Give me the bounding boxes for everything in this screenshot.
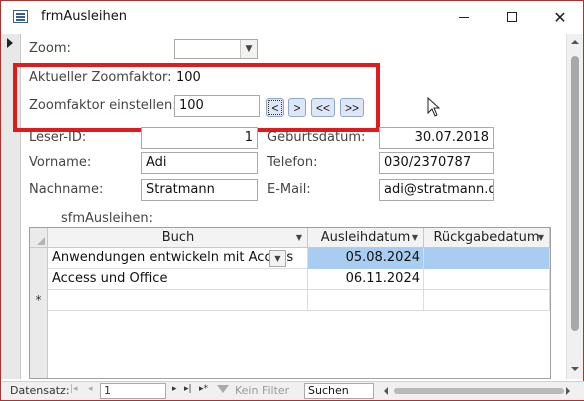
row-selector[interactable] xyxy=(30,248,48,269)
mouse-cursor-icon xyxy=(427,97,441,117)
form-icon xyxy=(13,10,28,23)
window-title: frmAusleihen xyxy=(41,9,127,24)
geburtsdatum-label: Geburtsdatum: xyxy=(267,130,366,145)
scroll-up-icon[interactable] xyxy=(571,40,579,44)
telefon-field[interactable]: 030/2370787 xyxy=(379,152,494,174)
scroll-thumb[interactable] xyxy=(571,56,579,331)
cell-buch[interactable]: Access und Office xyxy=(49,269,308,290)
close-icon: ✕ xyxy=(553,7,567,27)
highlight-frame xyxy=(13,63,380,132)
sort-dropdown-icon[interactable]: ▼ xyxy=(538,228,544,247)
column-header-rueckgabedatum-label: Rückgabedatum xyxy=(433,230,540,245)
vorname-field[interactable]: Adi xyxy=(141,152,258,174)
select-all-corner[interactable] xyxy=(30,228,48,247)
datasheet-header: Buch ▼ Ausleihdatum ▼ Rückgabedatum ▼ xyxy=(30,228,550,248)
cell-ausleihdatum[interactable]: 05.08.2024 xyxy=(308,248,424,269)
column-header-ausleihdatum[interactable]: Ausleihdatum ▼ xyxy=(308,228,424,247)
table-row[interactable]: Access und Office 06.11.2024 xyxy=(30,269,550,290)
column-header-ausleihdatum-label: Ausleihdatum xyxy=(320,230,411,245)
zoom-label: Zoom: xyxy=(29,41,71,56)
geburtsdatum-field[interactable]: 30.07.2018 xyxy=(379,127,494,149)
new-record-icon[interactable]: ▸* xyxy=(199,384,208,394)
maximize-button[interactable] xyxy=(489,1,535,33)
record-navigation-bar: Datensatz: |◂ ◂ 1 ▸ ▸| ▸* Kein Filter Su… xyxy=(2,381,584,400)
column-header-buch[interactable]: Buch ▼ xyxy=(49,228,308,247)
email-label: E-Mail: xyxy=(267,182,311,197)
search-input[interactable]: Suchen xyxy=(304,383,374,399)
column-header-rueckgabedatum[interactable]: Rückgabedatum ▼ xyxy=(424,228,550,247)
maximize-icon xyxy=(507,12,517,22)
minimize-button[interactable] xyxy=(441,1,487,33)
sort-dropdown-icon[interactable]: ▼ xyxy=(296,228,302,247)
cell-ausleihdatum[interactable]: 06.11.2024 xyxy=(308,269,424,290)
chevron-down-icon[interactable]: ▼ xyxy=(269,250,286,267)
nachname-label: Nachname: xyxy=(29,182,104,197)
table-row[interactable]: Anwendungen entwickeln mit Access ▼ 05.0… xyxy=(30,248,550,269)
filter-status[interactable]: Kein Filter xyxy=(235,384,289,397)
scroll-left-icon[interactable] xyxy=(384,387,388,395)
email-field[interactable]: adi@stratmann.de xyxy=(379,179,494,201)
close-button[interactable]: ✕ xyxy=(537,1,583,33)
scroll-right-icon[interactable] xyxy=(566,387,570,395)
filter-icon xyxy=(217,385,229,393)
new-record-icon[interactable]: * xyxy=(30,290,48,311)
leser-id-label: Leser-ID: xyxy=(29,130,87,145)
navbar-label: Datensatz: xyxy=(10,384,70,397)
leser-id-field[interactable]: 1 xyxy=(141,127,258,149)
last-record-icon[interactable]: ▸| xyxy=(184,384,192,394)
cell-buch-text: Anwendungen entwickeln mit Access xyxy=(52,250,294,265)
current-record-icon xyxy=(7,38,13,48)
ausleihen-datasheet[interactable]: Buch ▼ Ausleihdatum ▼ Rückgabedatum ▼ An… xyxy=(29,227,551,379)
cell-rueckgabedatum[interactable] xyxy=(424,290,550,311)
first-record-icon[interactable]: |◂ xyxy=(70,384,78,394)
cell-rueckgabedatum[interactable] xyxy=(424,248,550,269)
minimize-icon xyxy=(459,16,469,18)
chevron-down-icon[interactable]: ▼ xyxy=(240,40,257,58)
new-record-row[interactable]: * xyxy=(30,290,550,311)
vertical-scrollbar[interactable] xyxy=(566,34,583,379)
vorname-label: Vorname: xyxy=(29,155,92,170)
subform-label: sfmAusleihen: xyxy=(61,211,153,226)
prev-record-icon[interactable]: ◂ xyxy=(88,384,93,394)
column-header-buch-label: Buch xyxy=(161,230,195,245)
sort-dropdown-icon[interactable]: ▼ xyxy=(412,228,418,247)
cell-rueckgabedatum[interactable] xyxy=(424,269,550,290)
record-number-input[interactable]: 1 xyxy=(100,383,166,399)
cell-buch[interactable] xyxy=(49,290,308,311)
scroll-down-icon[interactable] xyxy=(571,367,579,371)
telefon-label: Telefon: xyxy=(267,155,318,170)
nachname-field[interactable]: Stratmann xyxy=(141,179,258,201)
horizontal-scrollbar[interactable] xyxy=(382,385,572,397)
zoom-combobox[interactable]: ▼ xyxy=(174,39,258,59)
horizontal-scroll-thumb[interactable] xyxy=(394,388,564,394)
datasheet-selector-column xyxy=(30,311,48,378)
row-selector[interactable] xyxy=(30,269,48,290)
title-bar: frmAusleihen ✕ xyxy=(1,1,583,33)
cell-ausleihdatum[interactable] xyxy=(308,290,424,311)
next-record-icon[interactable]: ▸ xyxy=(172,384,177,394)
form-window: frmAusleihen ✕ Zoom: ▼ Aktueller Zoomfak… xyxy=(0,0,584,401)
